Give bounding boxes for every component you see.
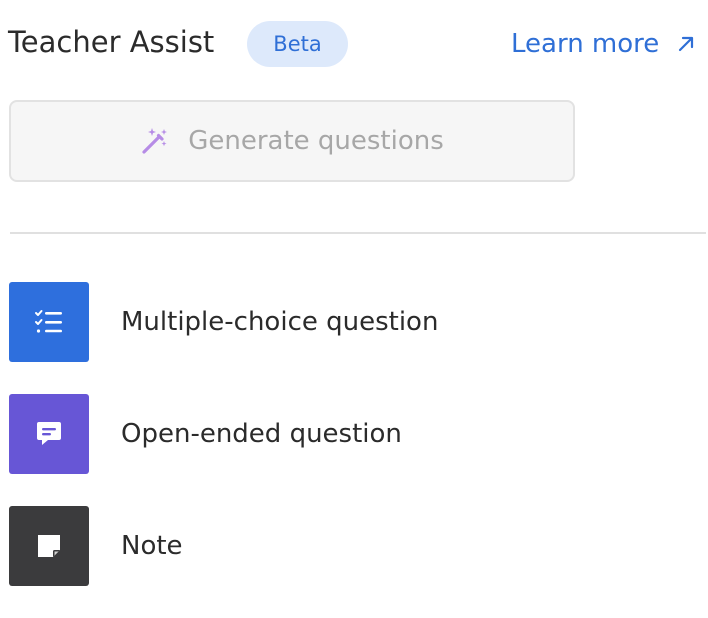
learn-more-label: Learn more [511, 29, 660, 59]
question-type-list: Multiple-choice question Open-ended ques… [9, 282, 699, 618]
sticky-note-icon [38, 535, 60, 557]
generate-questions-button[interactable]: Generate questions [9, 100, 575, 182]
external-arrow-icon [679, 36, 694, 52]
multiple-choice-question-item[interactable]: Multiple-choice question [9, 282, 699, 362]
open-ended-question-item[interactable]: Open-ended question [9, 394, 699, 474]
panel-title: Teacher Assist [8, 25, 215, 59]
multiple-choice-label: Multiple-choice question [121, 307, 439, 337]
beta-badge: Beta [247, 21, 348, 67]
open-ended-label: Open-ended question [121, 419, 402, 449]
note-tile [9, 506, 89, 586]
checklist-icon [35, 310, 62, 333]
multiple-choice-tile [9, 282, 89, 362]
chat-bubble-icon [37, 422, 61, 445]
learn-more-link[interactable]: Learn more [511, 24, 697, 64]
generate-questions-label: Generate questions [188, 126, 444, 156]
note-label: Note [121, 531, 183, 561]
open-ended-tile [9, 394, 89, 474]
section-divider [10, 232, 706, 234]
note-item[interactable]: Note [9, 506, 699, 586]
panel-header: Teacher Assist Beta Learn more [0, 0, 708, 88]
magic-wand-icon [142, 128, 168, 154]
